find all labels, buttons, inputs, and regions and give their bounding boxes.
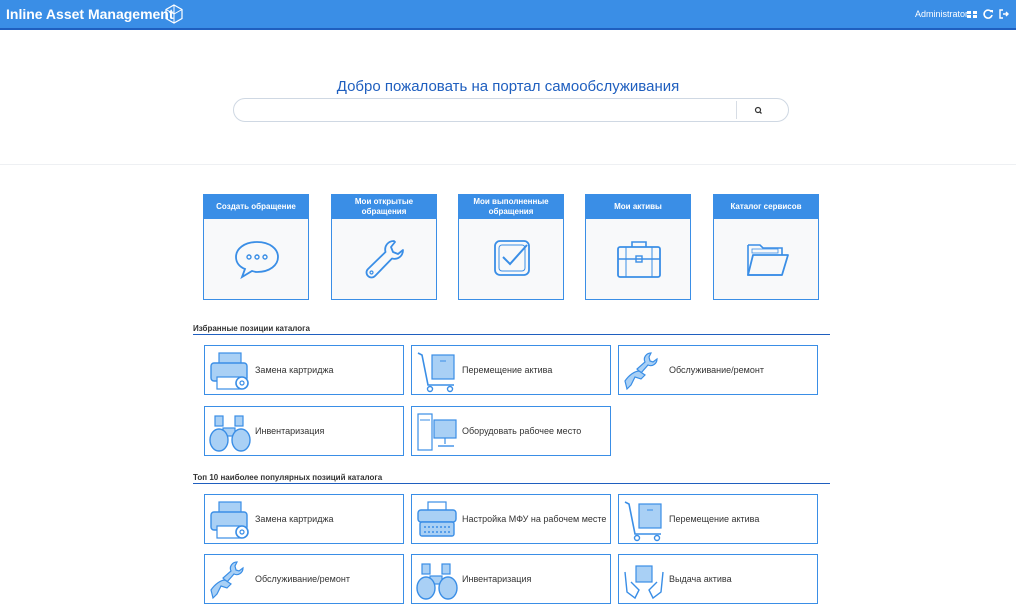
card-label: Замена картриджа <box>255 514 334 524</box>
briefcase-icon <box>617 241 661 278</box>
hands-box-icon <box>624 565 664 600</box>
hand-truck-icon <box>417 352 455 393</box>
catalog-item-cartridge[interactable]: Замена картриджа <box>204 494 404 544</box>
catalog-item-cartridge[interactable]: Замена картриджа <box>204 345 404 395</box>
card-label: Настройка МФУ на рабочем месте <box>462 514 607 524</box>
logout-icon[interactable] <box>998 8 1010 20</box>
card-label: Оборудовать рабочее место <box>462 426 582 436</box>
top10-title: Топ 10 наиболее популярных позиций катал… <box>193 473 383 482</box>
search-separator <box>736 101 737 119</box>
catalog-item-inventory[interactable]: Инвентаризация <box>411 554 611 604</box>
card-label: Инвентаризация <box>462 574 532 584</box>
printer-gear-icon <box>210 501 249 539</box>
welcome-title: Добро пожаловать на портал самообслужива… <box>336 78 680 95</box>
speech-bubble-icon <box>235 241 279 280</box>
grid-icon[interactable] <box>966 8 978 20</box>
card-label: Перемещение актива <box>462 365 553 375</box>
printer-gear-icon <box>210 352 249 390</box>
top10-divider <box>193 483 830 484</box>
catalog-item-inventory[interactable]: Инвентаризация <box>204 406 404 456</box>
card-label: Замена картриджа <box>255 365 334 375</box>
brand-logo-icon <box>165 4 183 24</box>
top-bar: Inline Asset Management Administrator <box>0 0 1016 30</box>
catalog-item-workplace[interactable]: Оборудовать рабочее место <box>411 406 611 456</box>
tile-label: Создать обращение <box>204 195 308 219</box>
computer-icon <box>417 413 457 451</box>
favorites-divider <box>193 334 830 335</box>
brand-title[interactable]: Inline Asset Management <box>6 6 174 22</box>
catalog-item-repair[interactable]: Обслуживание/ремонт <box>204 554 404 604</box>
favorites-title: Избранные позиции каталога <box>193 324 310 333</box>
card-label: Обслуживание/ремонт <box>255 574 350 584</box>
hand-wrench-icon <box>624 352 658 391</box>
search-box <box>233 98 789 122</box>
card-label: Обслуживание/ремонт <box>669 365 764 375</box>
binoculars-icon <box>416 563 458 600</box>
binoculars-icon <box>209 415 251 452</box>
wrench-icon <box>365 240 404 279</box>
search-icon[interactable] <box>749 104 769 118</box>
catalog-item-mfp-setup[interactable]: Настройка МФУ на рабочем месте <box>411 494 611 544</box>
user-name[interactable]: Administrator <box>915 9 968 19</box>
refresh-icon[interactable] <box>982 8 994 20</box>
tile-completed-requests[interactable]: Мои выполненные обращения <box>458 194 564 300</box>
card-label: Инвентаризация <box>255 426 325 436</box>
catalog-item-asset-move[interactable]: Перемещение актива <box>618 494 818 544</box>
tile-open-requests[interactable]: Мои открытые обращения <box>331 194 437 300</box>
tile-create-request[interactable]: Создать обращение <box>203 194 309 300</box>
hand-truck-icon <box>624 501 662 542</box>
card-label: Выдача актива <box>669 574 732 584</box>
tile-service-catalog[interactable]: Каталог сервисов <box>713 194 819 300</box>
search-input[interactable] <box>244 102 728 120</box>
typewriter-icon <box>417 501 457 537</box>
hand-wrench-icon <box>210 561 244 600</box>
tile-label: Мои активы <box>586 195 690 219</box>
section-divider <box>0 164 1016 165</box>
tile-label: Мои выполненные обращения <box>459 195 563 219</box>
checkbox-icon <box>494 240 530 276</box>
tile-label: Каталог сервисов <box>714 195 818 219</box>
catalog-item-asset-issue[interactable]: Выдача актива <box>618 554 818 604</box>
folder-icon <box>747 244 789 276</box>
catalog-item-repair[interactable]: Обслуживание/ремонт <box>618 345 818 395</box>
tile-label: Мои открытые обращения <box>332 195 436 219</box>
card-label: Перемещение актива <box>669 514 760 524</box>
catalog-item-asset-move[interactable]: Перемещение актива <box>411 345 611 395</box>
tile-my-assets[interactable]: Мои активы <box>585 194 691 300</box>
